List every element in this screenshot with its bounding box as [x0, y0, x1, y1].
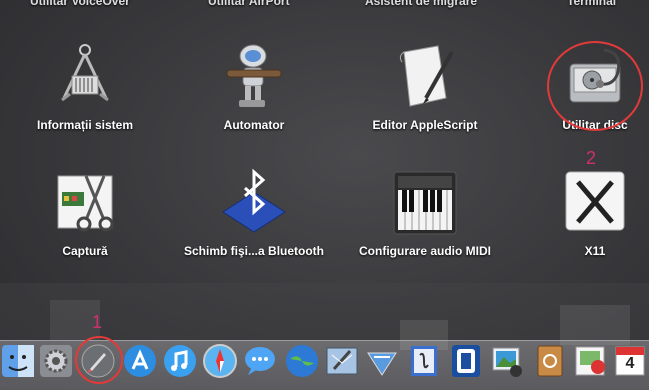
- app-label-voiceover[interactable]: Utilitar VoiceOver: [30, 0, 130, 8]
- finder-icon[interactable]: [0, 343, 36, 379]
- bluetooth-icon: [219, 168, 289, 238]
- mail-icon[interactable]: [324, 343, 360, 379]
- annotation-number-1: 1: [92, 312, 103, 332]
- midi-keyboard-icon: [390, 168, 460, 238]
- app-x11[interactable]: X11: [525, 168, 649, 258]
- annotation-circle-launchpad: [75, 336, 123, 384]
- pages-icon[interactable]: [406, 343, 442, 379]
- app-label-airport[interactable]: Utilitar AirPort: [208, 0, 290, 8]
- app-label: X11: [584, 244, 606, 258]
- system-preferences-icon[interactable]: [38, 343, 74, 379]
- grab-icon: [50, 168, 120, 238]
- app-bluetooth-exchange[interactable]: Schimb fişi...a Bluetooth: [184, 168, 324, 258]
- app-audio-midi-setup[interactable]: Configurare audio MIDI: [355, 168, 495, 258]
- app-system-information[interactable]: Informații sistem: [15, 42, 155, 132]
- applescript-editor-icon: [390, 42, 460, 112]
- app-applescript-editor[interactable]: Editor AppleScript: [355, 42, 495, 132]
- app-store-icon[interactable]: [122, 343, 158, 379]
- annotation-circle-disk-utility: [547, 41, 643, 131]
- annotation-number-2: 2: [586, 148, 597, 168]
- network-icon[interactable]: [364, 343, 400, 379]
- photos-icon[interactable]: [490, 343, 526, 379]
- safari-icon[interactable]: [202, 343, 238, 379]
- x11-icon: [560, 168, 630, 238]
- app-label: Configurare audio MIDI: [359, 244, 491, 258]
- app-label: Informații sistem: [36, 118, 134, 132]
- messages-icon[interactable]: [242, 343, 278, 379]
- app-label: Editor AppleScript: [372, 118, 478, 132]
- app-label: Automator: [223, 118, 285, 132]
- launchpad-grid: Utilitar VoiceOver Utilitar AirPort Asis…: [0, 0, 649, 280]
- itunes-icon[interactable]: [162, 343, 198, 379]
- app-label-terminal[interactable]: Terminal: [567, 0, 616, 8]
- reflection-ghost: [560, 305, 630, 345]
- calendar-day: 4: [625, 355, 635, 372]
- address-book-icon[interactable]: [532, 343, 568, 379]
- app-label-migration[interactable]: Asistent de migrare: [365, 0, 477, 8]
- app-automator[interactable]: Automator: [184, 42, 324, 132]
- app-label: Captură: [62, 244, 108, 258]
- app-grab[interactable]: Captură: [15, 168, 155, 258]
- utility-icon[interactable]: [448, 343, 484, 379]
- app-label: Schimb fişi...a Bluetooth: [184, 244, 325, 258]
- automator-robot-icon: [219, 42, 289, 112]
- globe-icon[interactable]: [284, 343, 320, 379]
- preview-icon[interactable]: [572, 343, 608, 379]
- system-information-icon: [50, 42, 120, 112]
- calendar-icon[interactable]: 4: [612, 343, 648, 379]
